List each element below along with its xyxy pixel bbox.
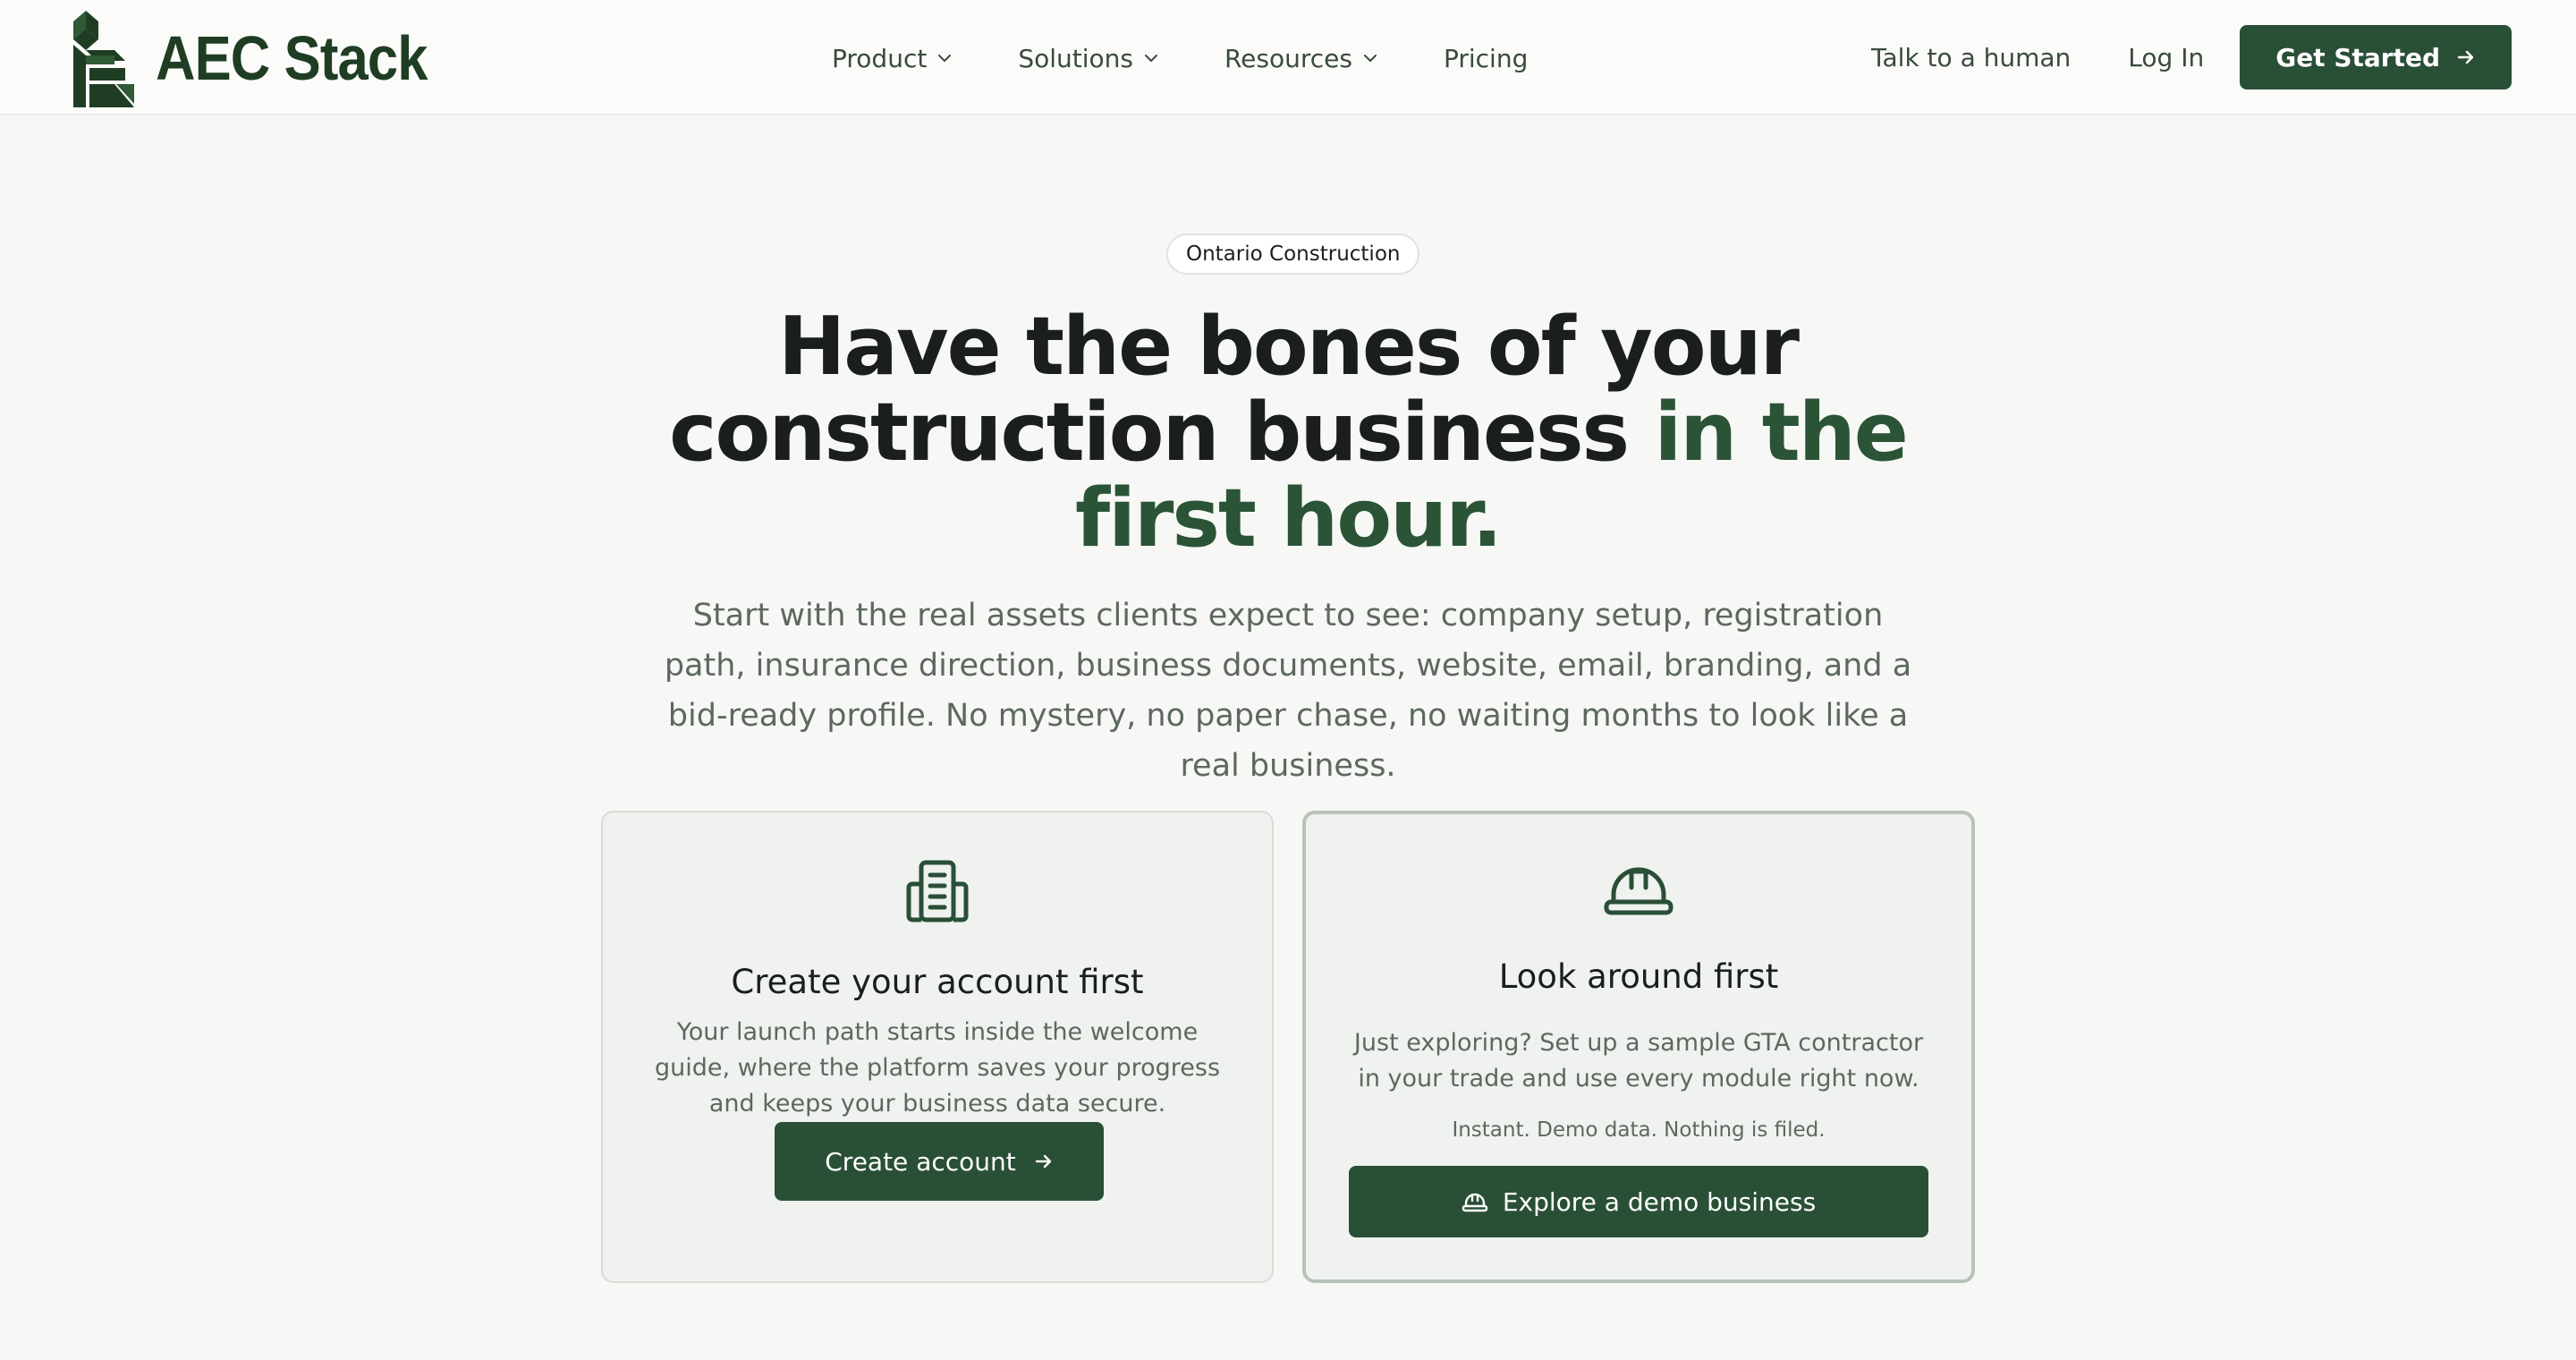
- nav-resources-label: Resources: [1224, 43, 1352, 73]
- explore-demo-label: Explore a demo business: [1502, 1186, 1817, 1217]
- primary-nav: Product Solutions Resources Pricing: [832, 36, 1594, 81]
- demo-title: Look around first: [1498, 957, 1779, 996]
- demo-card: Look around first Just exploring? Set up…: [1302, 811, 1975, 1283]
- chevron-down-icon: [938, 55, 952, 62]
- chevron-down-icon: [1363, 55, 1377, 62]
- create-account-label: Create account: [825, 1146, 1016, 1177]
- building-stack-logo-icon: [73, 11, 134, 107]
- arrow-right-icon: [1035, 1154, 1051, 1169]
- nav-resources[interactable]: Resources: [1224, 44, 1377, 73]
- hard-hat-icon: [1462, 1193, 1488, 1212]
- nav-pricing[interactable]: Pricing: [1444, 44, 1528, 73]
- nav-solutions[interactable]: Solutions: [1018, 44, 1158, 73]
- nav-product-label: Product: [832, 43, 928, 73]
- brand-logo[interactable]: AEC Stack: [63, 9, 464, 107]
- create-account-card: Create your account first Your launch pa…: [601, 811, 1274, 1283]
- headline-line-1: Have the bones of your: [777, 300, 1800, 394]
- top-navigation: AEC Stack Product Solutions Resources Pr…: [0, 0, 2576, 115]
- nav-product[interactable]: Product: [832, 44, 952, 73]
- demo-note: Instant. Demo data. Nothing is filed.: [1452, 1118, 1826, 1142]
- nav-pricing-label: Pricing: [1443, 43, 1529, 73]
- hero-subtitle: Start with the real assets clients expec…: [664, 598, 1912, 784]
- create-account-description: Your launch path starts inside the welco…: [654, 1018, 1221, 1118]
- get-started-label: Get Started: [2275, 42, 2440, 72]
- nav-solutions-label: Solutions: [1018, 43, 1133, 73]
- login-link[interactable]: Log In: [2128, 43, 2204, 72]
- chevron-down-icon: [1144, 55, 1157, 62]
- building-icon: [906, 860, 969, 922]
- nav-actions: Talk to a human Log In Get Started: [1871, 25, 2512, 89]
- region-badge: Ontario Construction: [1166, 234, 1420, 275]
- hard-hat-icon: [1604, 867, 1674, 915]
- get-started-button[interactable]: Get Started: [2240, 25, 2512, 89]
- create-account-title: Create your account first: [731, 963, 1144, 1001]
- demo-description: Just exploring? Set up a sample GTA cont…: [1353, 1029, 1924, 1092]
- create-account-button[interactable]: Create account: [775, 1122, 1104, 1201]
- explore-demo-button[interactable]: Explore a demo business: [1349, 1166, 1928, 1237]
- headline-line-2: construction business: [669, 386, 1630, 480]
- talk-to-human-link[interactable]: Talk to a human: [1871, 43, 2071, 72]
- hero-headline: Have the bones of your construction busi…: [572, 304, 2004, 562]
- brand-name: AEC Stack: [156, 23, 428, 93]
- arrow-right-icon: [2457, 50, 2474, 64]
